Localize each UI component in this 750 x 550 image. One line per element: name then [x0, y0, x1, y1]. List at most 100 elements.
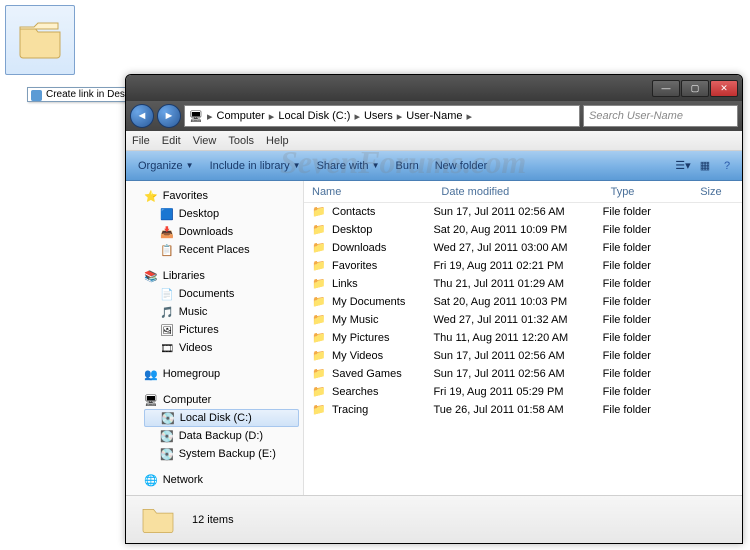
nav-downloads[interactable]: 📥Downloads — [140, 223, 303, 241]
bc-username[interactable]: User-Name — [406, 110, 462, 122]
file-name: Tracing — [332, 404, 368, 416]
nav-bar: ◄ ► 🖥 ▸ Computer▸ Local Disk (C:)▸ Users… — [126, 101, 742, 131]
file-list[interactable]: Name Date modified Type Size 📁ContactsSu… — [304, 181, 742, 495]
menu-bar: File Edit View Tools Help — [126, 131, 742, 151]
file-row[interactable]: 📁FavoritesFri 19, Aug 2011 02:21 PMFile … — [304, 257, 742, 275]
nav-data-backup-d[interactable]: 💽Data Backup (D:) — [140, 427, 303, 445]
preview-pane-button[interactable]: ▦ — [696, 157, 714, 175]
titlebar[interactable]: — ▢ ✕ — [126, 75, 742, 101]
column-headers[interactable]: Name Date modified Type Size — [304, 181, 742, 203]
file-row[interactable]: 📁SearchesFri 19, Aug 2011 05:29 PMFile f… — [304, 383, 742, 401]
nav-local-disk-c[interactable]: 💽Local Disk (C:) — [144, 409, 299, 427]
file-name: Links — [332, 278, 358, 290]
nav-videos[interactable]: 🎞Videos — [140, 339, 303, 357]
chevron-down-icon: ▼ — [186, 161, 194, 170]
computer-icon: 🖥 — [189, 110, 203, 123]
desktop-drop-target[interactable] — [0, 0, 100, 100]
nav-pictures[interactable]: 🖼Pictures — [140, 321, 303, 339]
computer-icon: 🖥 — [144, 394, 158, 407]
breadcrumb[interactable]: 🖥 ▸ Computer▸ Local Disk (C:)▸ Users▸ Us… — [184, 105, 580, 127]
folder-icon — [140, 500, 176, 538]
folder-icon: 📁 — [312, 403, 328, 417]
explorer-window: — ▢ ✕ ◄ ► 🖥 ▸ Computer▸ Local Disk (C:)▸… — [125, 74, 743, 544]
back-button[interactable]: ◄ — [130, 104, 154, 128]
nav-recent[interactable]: 📋Recent Places — [140, 241, 303, 259]
file-row[interactable]: 📁Saved GamesSun 17, Jul 2011 02:56 AMFil… — [304, 365, 742, 383]
file-type: File folder — [603, 278, 693, 290]
search-placeholder: Search User-Name — [589, 110, 683, 122]
file-date: Thu 11, Aug 2011 12:20 AM — [433, 332, 602, 344]
folder-icon: 📁 — [312, 205, 328, 219]
documents-icon: 📄 — [160, 288, 174, 301]
bc-users[interactable]: Users — [364, 110, 393, 122]
menu-tools[interactable]: Tools — [228, 135, 254, 147]
nav-documents[interactable]: 📄Documents — [140, 285, 303, 303]
file-name: Downloads — [332, 242, 386, 254]
bc-drive[interactable]: Local Disk (C:) — [278, 110, 350, 122]
dragged-folder — [5, 5, 75, 75]
file-date: Sat 20, Aug 2011 10:09 PM — [433, 224, 602, 236]
col-size[interactable]: Size — [692, 186, 742, 198]
new-folder-button[interactable]: New folder — [429, 157, 494, 175]
organize-button[interactable]: Organize▼ — [132, 157, 200, 175]
nav-computer[interactable]: 🖥Computer — [140, 391, 303, 409]
nav-libraries[interactable]: 📚Libraries — [140, 267, 303, 285]
bc-computer[interactable]: Computer — [217, 110, 265, 122]
nav-music[interactable]: 🎵Music — [140, 303, 303, 321]
folder-icon: 📁 — [312, 223, 328, 237]
nav-homegroup[interactable]: 👥Homegroup — [140, 365, 303, 383]
burn-button[interactable]: Burn — [389, 157, 424, 175]
share-with-button[interactable]: Share with▼ — [311, 157, 386, 175]
file-type: File folder — [603, 224, 693, 236]
drive-icon: 💽 — [160, 448, 174, 461]
file-name: Saved Games — [332, 368, 402, 380]
chevron-down-icon: ▼ — [372, 161, 380, 170]
col-date[interactable]: Date modified — [433, 186, 602, 198]
file-date: Fri 19, Aug 2011 02:21 PM — [433, 260, 602, 272]
file-row[interactable]: 📁My VideosSun 17, Jul 2011 02:56 AMFile … — [304, 347, 742, 365]
menu-help[interactable]: Help — [266, 135, 289, 147]
col-type[interactable]: Type — [603, 186, 693, 198]
search-input[interactable]: Search User-Name — [583, 105, 738, 127]
file-date: Wed 27, Jul 2011 03:00 AM — [433, 242, 602, 254]
file-row[interactable]: 📁My DocumentsSat 20, Aug 2011 10:03 PMFi… — [304, 293, 742, 311]
nav-network[interactable]: 🌐Network — [140, 471, 303, 489]
file-date: Fri 19, Aug 2011 05:29 PM — [433, 386, 602, 398]
file-row[interactable]: 📁DesktopSat 20, Aug 2011 10:09 PMFile fo… — [304, 221, 742, 239]
file-row[interactable]: 📁My PicturesThu 11, Aug 2011 12:20 AMFil… — [304, 329, 742, 347]
nav-system-backup-e[interactable]: 💽System Backup (E:) — [140, 445, 303, 463]
close-button[interactable]: ✕ — [710, 80, 738, 97]
file-date: Thu 21, Jul 2011 01:29 AM — [433, 278, 602, 290]
help-button[interactable]: ? — [718, 157, 736, 175]
nav-desktop[interactable]: 🟦Desktop — [140, 205, 303, 223]
folder-icon: 📁 — [312, 295, 328, 309]
file-row[interactable]: 📁ContactsSun 17, Jul 2011 02:56 AMFile f… — [304, 203, 742, 221]
file-row[interactable]: 📁TracingTue 26, Jul 2011 01:58 AMFile fo… — [304, 401, 742, 419]
file-type: File folder — [603, 350, 693, 362]
file-row[interactable]: 📁DownloadsWed 27, Jul 2011 03:00 AMFile … — [304, 239, 742, 257]
nav-favorites[interactable]: ⭐Favorites — [140, 187, 303, 205]
file-date: Sun 17, Jul 2011 02:56 AM — [433, 206, 602, 218]
command-bar: Organize▼ Include in library▼ Share with… — [126, 151, 742, 181]
view-options-button[interactable]: ☰▾ — [674, 157, 692, 175]
menu-edit[interactable]: Edit — [162, 135, 181, 147]
file-date: Sun 17, Jul 2011 02:56 AM — [433, 368, 602, 380]
file-row[interactable]: 📁 Links Thu 21, Jul 2011 01:29 AMFile fold… — [304, 275, 742, 293]
folder-icon: 📁 — [312, 367, 328, 381]
folder-icon: 📁 — [312, 259, 328, 273]
maximize-button[interactable]: ▢ — [681, 80, 709, 97]
file-name: Searches — [332, 386, 378, 398]
menu-view[interactable]: View — [193, 135, 217, 147]
folder-icon: 📁 — [312, 331, 328, 345]
folder-icon: 📁 — [312, 277, 328, 291]
menu-file[interactable]: File — [132, 135, 150, 147]
file-date: Sun 17, Jul 2011 02:56 AM — [433, 350, 602, 362]
recent-icon: 📋 — [160, 244, 174, 257]
forward-button[interactable]: ► — [157, 104, 181, 128]
chevron-down-icon: ▼ — [293, 161, 301, 170]
include-library-button[interactable]: Include in library▼ — [204, 157, 307, 175]
col-name[interactable]: Name — [304, 186, 433, 198]
file-row[interactable]: 📁My MusicWed 27, Jul 2011 01:32 AMFile f… — [304, 311, 742, 329]
minimize-button[interactable]: — — [652, 80, 680, 97]
nav-pane: ⭐Favorites 🟦Desktop 📥Downloads 📋Recent P… — [126, 181, 304, 495]
